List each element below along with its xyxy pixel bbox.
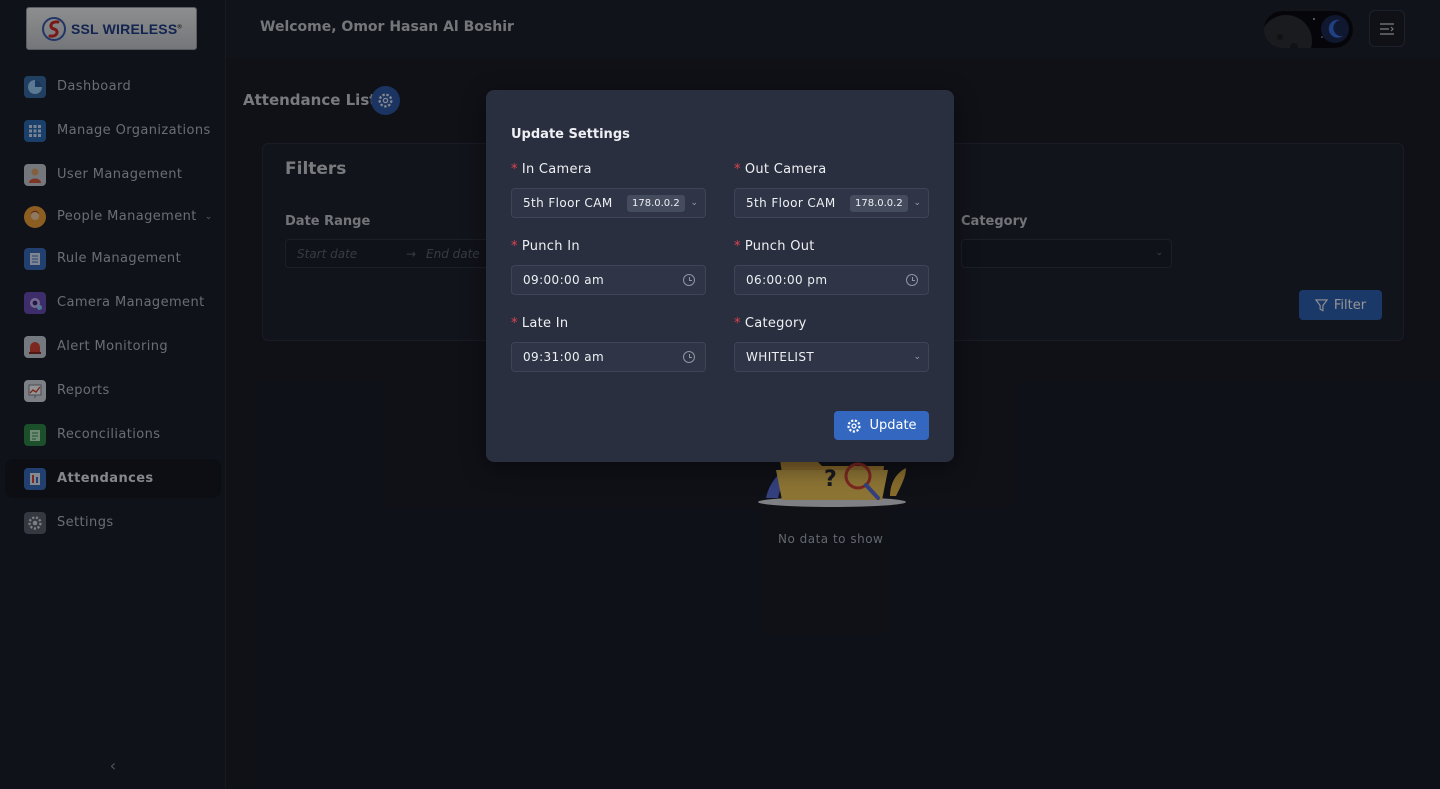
out-camera-value: 5th Floor CAM [746, 196, 836, 210]
required-marker: * [734, 239, 741, 254]
late-in-value: 09:31:00 am [523, 350, 605, 364]
clock-icon [906, 274, 918, 286]
update-button-label: Update [869, 418, 917, 433]
out-camera-select[interactable]: 5th Floor CAM 178.0.0.2 ⌄ [734, 188, 929, 218]
category-value: WHITELIST [746, 350, 815, 364]
category-label: * Category [734, 316, 807, 331]
required-marker: * [511, 162, 518, 177]
in-camera-ip-tag: 178.0.0.2 [627, 195, 685, 212]
update-button[interactable]: Update [834, 411, 929, 440]
punch-in-label: * Punch In [511, 239, 580, 254]
chevron-down-icon: ⌄ [690, 198, 698, 208]
punch-out-time-picker[interactable]: 06:00:00 pm [734, 265, 929, 295]
gear-icon [847, 418, 862, 433]
required-marker: * [511, 316, 518, 331]
required-marker: * [734, 162, 741, 177]
punch-out-label: * Punch Out [734, 239, 815, 254]
late-in-time-picker[interactable]: 09:31:00 am [511, 342, 706, 372]
modal-title: Update Settings [511, 127, 630, 142]
required-marker: * [734, 316, 741, 331]
punch-in-value: 09:00:00 am [523, 273, 605, 287]
chevron-down-icon: ⌄ [913, 352, 921, 362]
out-camera-ip-tag: 178.0.0.2 [850, 195, 908, 212]
required-marker: * [511, 239, 518, 254]
punch-out-value: 06:00:00 pm [746, 273, 828, 287]
clock-icon [683, 351, 695, 363]
category-select[interactable]: WHITELIST ⌄ [734, 342, 929, 372]
late-in-label: * Late In [511, 316, 569, 331]
clock-icon [683, 274, 695, 286]
in-camera-label: * In Camera [511, 162, 592, 177]
out-camera-label: * Out Camera [734, 162, 827, 177]
in-camera-value: 5th Floor CAM [523, 196, 613, 210]
punch-in-time-picker[interactable]: 09:00:00 am [511, 265, 706, 295]
update-settings-modal: Update Settings * In Camera 5th Floor CAM… [486, 90, 954, 462]
chevron-down-icon: ⌄ [913, 198, 921, 208]
in-camera-select[interactable]: 5th Floor CAM 178.0.0.2 ⌄ [511, 188, 706, 218]
